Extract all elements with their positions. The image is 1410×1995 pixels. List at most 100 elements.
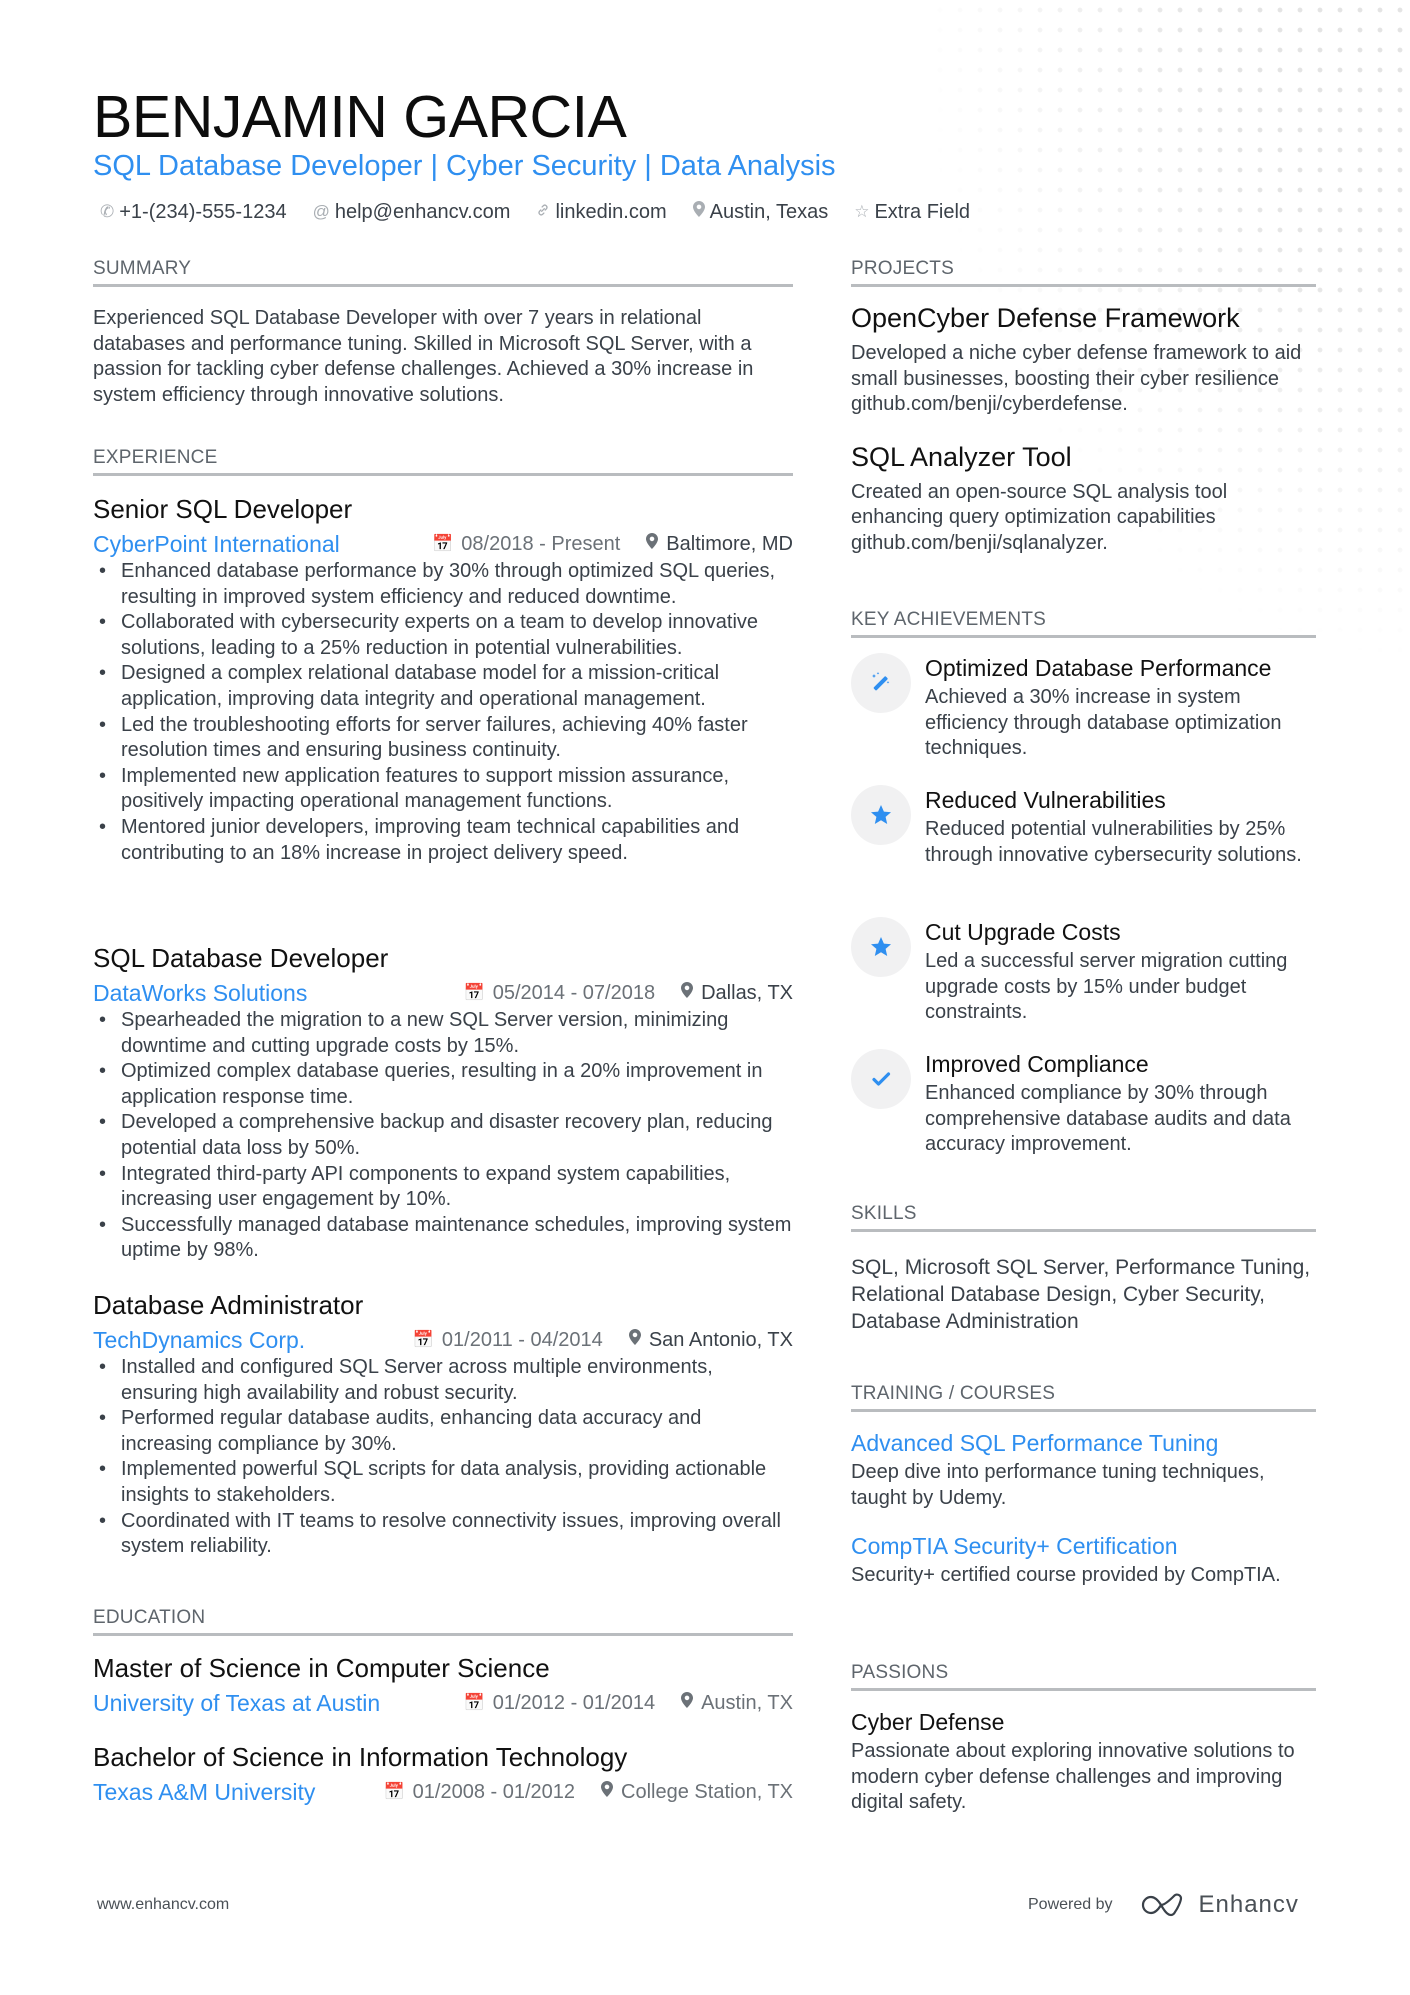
project-description: Created an open-source SQL analysis tool… — [851, 480, 1228, 554]
location-pin-icon — [628, 1325, 641, 1355]
achievement-description: Reduced potential vulnerabilities by 25%… — [925, 818, 1302, 866]
enhancv-logo[interactable]: Enhancv — [1139, 1891, 1299, 1919]
course-description: Deep dive into performance tuning techni… — [851, 1461, 1265, 1509]
achievement-icon-badge — [851, 785, 911, 845]
contact-linkedin-text: linkedin.com — [555, 201, 667, 223]
bullet-item: Optimized complex database queries, resu… — [93, 1059, 793, 1110]
contact-location: Austin, Texas — [692, 199, 829, 225]
education-heading: EDUCATION — [93, 1607, 206, 1628]
calendar-icon: 📅 — [463, 983, 485, 1002]
summary-section: SUMMARY Experienced SQL Database Develop… — [93, 258, 793, 408]
company-name[interactable]: TechDynamics Corp. — [93, 1325, 305, 1355]
job-bullets: Spearheaded the migration to a new SQL S… — [93, 1008, 793, 1264]
project-description: Developed a niche cyber defense framewor… — [851, 342, 1302, 416]
bullet-item: Designed a complex relational database m… — [93, 661, 793, 712]
company-name[interactable]: DataWorks Solutions — [93, 978, 307, 1008]
link-icon — [536, 199, 550, 225]
course-title[interactable]: Advanced SQL Performance Tuning — [851, 1428, 1316, 1458]
degree-title: Master of Science in Computer Science — [93, 1653, 550, 1683]
passions-heading: PASSIONS — [851, 1662, 949, 1683]
experience-item: Senior SQL Developer CyberPoint Internat… — [93, 493, 793, 866]
contact-extra-text: Extra Field — [874, 201, 971, 223]
job-location: San Antonio, TX — [648, 1329, 793, 1351]
location-pin-icon — [681, 978, 694, 1008]
section-divider — [851, 1688, 1316, 1691]
achievement-title: Optimized Database Performance — [925, 655, 1272, 681]
job-title: SQL Database Developer — [93, 943, 389, 973]
achievement-item: Cut Upgrade Costs Led a successful serve… — [851, 917, 1316, 1026]
section-divider — [851, 284, 1316, 287]
contact-email-text: help@enhancv.com — [334, 201, 511, 223]
magic-wand-icon — [872, 672, 890, 691]
bullet-item: Performed regular database audits, enhan… — [93, 1406, 793, 1457]
contact-email[interactable]: @ help@enhancv.com — [313, 199, 511, 225]
bullet-item: Led the troubleshooting efforts for serv… — [93, 713, 793, 764]
star-icon — [871, 937, 891, 956]
footer-branding: Powered by Enhancv — [1028, 1891, 1299, 1919]
calendar-icon: 📅 — [463, 1693, 485, 1712]
job-title: Senior SQL Developer — [93, 494, 353, 524]
bullet-item: Installed and configured SQL Server acro… — [93, 1355, 793, 1406]
section-divider — [93, 473, 793, 476]
bullet-item: Integrated third-party API components to… — [93, 1162, 793, 1213]
section-divider — [93, 284, 793, 287]
project-item: OpenCyber Defense Framework Developed a … — [851, 301, 1316, 418]
achievement-title: Reduced Vulnerabilities — [925, 787, 1166, 813]
contact-phone[interactable]: ✆ +1-(234)-555-1234 — [100, 199, 287, 225]
achievements-heading: KEY ACHIEVEMENTS — [851, 609, 1047, 630]
skills-text: SQL, Microsoft SQL Server, Performance T… — [851, 1256, 1311, 1333]
bullet-item: Coordinated with IT teams to resolve con… — [93, 1509, 793, 1560]
contact-location-text: Austin, Texas — [709, 201, 829, 223]
achievement-item: Reduced Vulnerabilities Reduced potentia… — [851, 785, 1316, 868]
achievement-description: Enhanced compliance by 30% through compr… — [925, 1082, 1291, 1156]
contact-phone-text: +1-(234)-555-1234 — [119, 201, 287, 223]
experience-item: Database Administrator TechDynamics Corp… — [93, 1289, 793, 1560]
location-pin-icon — [692, 199, 705, 225]
passion-item: Cyber Defense Passionate about exploring… — [851, 1707, 1316, 1816]
course-item: CompTIA Security+ Certification Security… — [851, 1531, 1316, 1589]
projects-section: PROJECTS OpenCyber Defense Framework Dev… — [851, 258, 1316, 557]
training-section: TRAINING / COURSES Advanced SQL Performa… — [851, 1383, 1316, 1589]
summary-text: Experienced SQL Database Developer with … — [93, 307, 754, 406]
job-bullets: Enhanced database performance by 30% thr… — [93, 559, 793, 866]
powered-by-label: Powered by — [1028, 1896, 1113, 1913]
achievement-title: Cut Upgrade Costs — [925, 919, 1121, 945]
achievement-item: Optimized Database Performance Achieved … — [851, 653, 1316, 762]
passion-title: Cyber Defense — [851, 1709, 1005, 1735]
section-divider — [93, 1633, 793, 1636]
achievements-heading-block: KEY ACHIEVEMENTS — [851, 609, 1316, 638]
calendar-icon: 📅 — [383, 1782, 405, 1801]
education-item: Master of Science in Computer Science Un… — [93, 1652, 793, 1718]
school-name[interactable]: Texas A&M University — [93, 1777, 315, 1807]
bullet-item: Collaborated with cybersecurity experts … — [93, 610, 793, 661]
skills-section: SKILLS SQL, Microsoft SQL Server, Perfor… — [851, 1203, 1316, 1335]
experience-heading-block: EXPERIENCE — [93, 447, 793, 476]
course-title[interactable]: CompTIA Security+ Certification — [851, 1531, 1316, 1561]
school-name[interactable]: University of Texas at Austin — [93, 1688, 380, 1718]
achievement-description: Achieved a 30% increase in system effici… — [925, 686, 1282, 760]
footer-website-link[interactable]: www.enhancv.com — [97, 1896, 229, 1914]
candidate-name: BENJAMIN GARCIA — [93, 84, 627, 150]
achievement-icon-badge — [851, 917, 911, 977]
contact-row: ✆ +1-(234)-555-1234 @ help@enhancv.com l… — [100, 199, 970, 225]
enhancv-logo-icon — [1141, 1893, 1182, 1917]
at-icon: @ — [312, 202, 330, 221]
company-name[interactable]: CyberPoint International — [93, 529, 340, 559]
calendar-icon: 📅 — [412, 1330, 434, 1349]
brand-name: Enhancv — [1198, 1891, 1299, 1918]
education-dates: 01/2008 - 01/2012 — [412, 1781, 576, 1803]
contact-extra-field: ☆ Extra Field — [854, 199, 970, 225]
job-dates: 05/2014 - 07/2018 — [492, 982, 656, 1004]
projects-heading: PROJECTS — [851, 258, 954, 279]
education-item: Bachelor of Science in Information Techn… — [93, 1741, 793, 1807]
star-outline-icon: ☆ — [854, 202, 870, 221]
education-location: College Station, TX — [621, 1781, 793, 1803]
education-heading-block: EDUCATION — [93, 1607, 793, 1636]
achievement-icon-badge — [851, 653, 911, 713]
contact-linkedin[interactable]: linkedin.com — [536, 199, 667, 225]
bullet-item: Developed a comprehensive backup and dis… — [93, 1110, 793, 1161]
bullet-item: Implemented powerful SQL scripts for dat… — [93, 1457, 793, 1508]
education-dates: 01/2012 - 01/2014 — [492, 1692, 656, 1714]
education-location: Austin, TX — [701, 1692, 793, 1714]
section-divider — [851, 1409, 1316, 1412]
